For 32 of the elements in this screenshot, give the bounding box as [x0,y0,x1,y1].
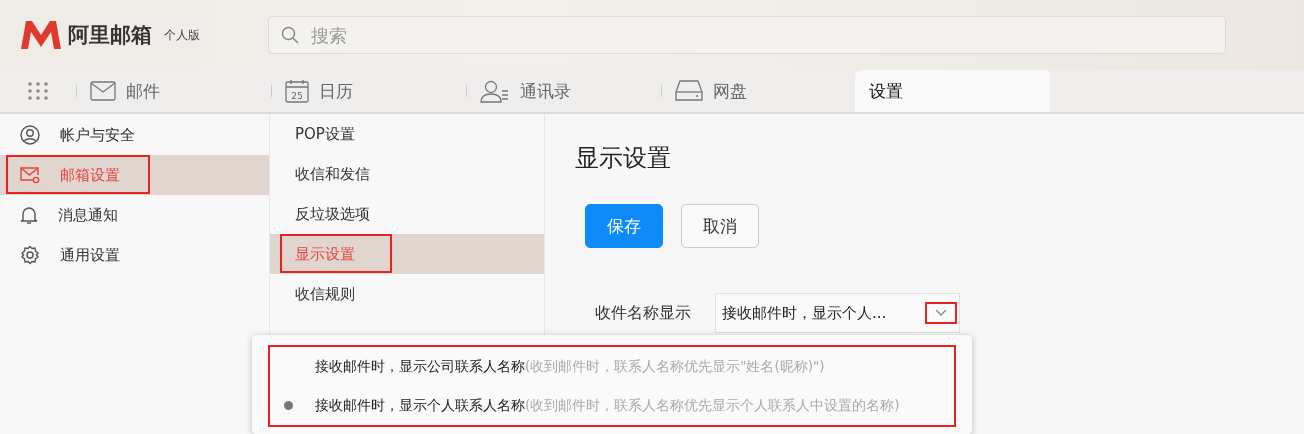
search-field[interactable]: 搜索 [268,16,1226,54]
sidebar-item[interactable]: 通用设置 [0,235,269,275]
nav-tab[interactable]: 邮件 [75,70,270,112]
settings-icon [20,245,40,265]
cancel-button[interactable]: 取消 [681,204,759,248]
brand-name: 阿里邮箱 [68,22,152,49]
subnav-item[interactable]: POP设置 [270,114,544,154]
user-icon [20,125,40,145]
nav-tab[interactable]: 设置 [855,70,1050,112]
caret-icon[interactable] [925,302,957,324]
dropdown-option[interactable]: 接收邮件时，显示个人联系人名称(收到邮件时，联系人名称优先显示个人联系人中设置的名称) [270,388,954,423]
page-title: 显示设置 [575,143,672,174]
contacts-icon [480,79,510,103]
subnav-item[interactable]: 收信规则 [270,274,544,314]
apps-grid-icon[interactable] [27,82,48,100]
name-display-select[interactable]: 接收邮件时，显示个人... [715,293,960,333]
mail-icon [90,81,116,101]
subnav-item[interactable]: 收信和发信 [270,154,544,194]
nav-tab[interactable]: 通讯录 [465,70,660,112]
sidebar-item[interactable]: 消息通知 [0,195,269,235]
logo [20,20,62,50]
mail-icon [20,166,40,184]
search-icon [281,26,299,44]
nav-tab[interactable]: 25 日历 [270,70,465,112]
dropdown-option[interactable]: 接收邮件时，显示公司联系人名称(收到邮件时，联系人名称优先显示"姓名(昵称)") [270,349,954,384]
sidebar-item[interactable]: 帐户与安全 [0,115,269,155]
calendar-icon: 25 [285,79,309,103]
subnav-item[interactable]: 反垃圾选项 [270,194,544,234]
edition-label: 个人版 [164,26,200,44]
bell-icon [20,205,38,225]
field-label: 收件名称显示 [595,302,691,324]
nav-tab[interactable]: 网盘 [660,70,855,112]
